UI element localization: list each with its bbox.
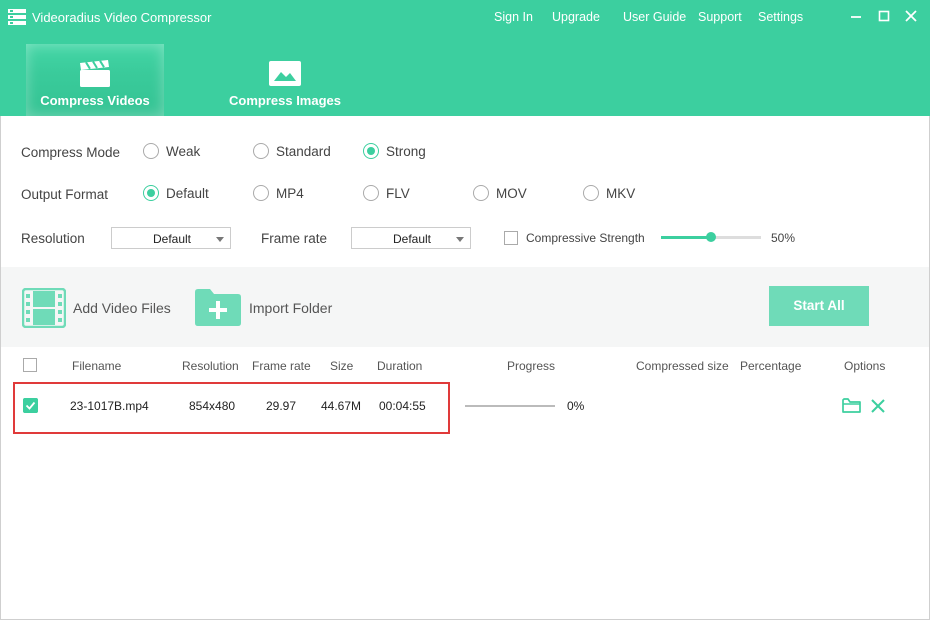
app-title: Videoradius Video Compressor <box>32 10 212 25</box>
frame-rate-label: Frame rate <box>261 231 328 246</box>
header-percentage: Percentage <box>740 359 802 373</box>
radio-mkv[interactable] <box>583 185 599 201</box>
add-video-files-label: Add Video Files <box>73 300 171 316</box>
film-strip-icon <box>22 288 66 328</box>
open-folder-icon[interactable] <box>842 397 861 414</box>
radio-weak[interactable] <box>143 143 159 159</box>
start-all-button[interactable]: Start All <box>769 286 869 326</box>
window-border-left <box>0 116 1 620</box>
chevron-down-icon <box>216 237 224 242</box>
row-filename: 23-1017B.mp4 <box>70 399 149 413</box>
import-folder-button[interactable]: Import Folder <box>195 288 345 328</box>
strength-slider-fill <box>661 236 711 239</box>
radio-standard[interactable] <box>253 143 269 159</box>
compressive-strength-checkbox[interactable] <box>504 231 518 245</box>
import-folder-label: Import Folder <box>249 300 333 316</box>
tab-label: Compress Images <box>229 93 341 108</box>
app-logo-icon <box>8 9 26 25</box>
nav-user-guide[interactable]: User Guide <box>623 10 686 24</box>
header-filename: Filename <box>72 359 122 373</box>
radio-weak-label: Weak <box>166 144 201 159</box>
folder-plus-icon <box>195 289 241 326</box>
header-progress: Progress <box>507 359 556 373</box>
radio-mp4-label: MP4 <box>276 186 304 201</box>
radio-flv-label: FLV <box>386 186 410 201</box>
row-size: 44.67M <box>321 399 362 413</box>
strength-slider-handle[interactable] <box>706 232 716 242</box>
header-options: Options <box>844 359 886 373</box>
frame-rate-value: Default <box>392 232 432 246</box>
header-resolution: Resolution <box>182 359 239 373</box>
row-checkbox-checked-icon[interactable] <box>23 398 38 413</box>
row-progress-bar <box>465 405 555 407</box>
nav-settings[interactable]: Settings <box>758 10 803 24</box>
header-frame-rate: Frame rate <box>252 359 311 373</box>
row-progress-value: 0% <box>567 399 585 413</box>
remove-icon[interactable] <box>871 399 885 413</box>
close-icon[interactable] <box>903 8 919 24</box>
compressive-strength-label: Compressive Strength <box>526 231 645 245</box>
tab-compress-videos[interactable]: Compress Videos <box>26 44 164 116</box>
image-icon <box>269 61 301 86</box>
row-duration: 00:04:55 <box>379 399 426 413</box>
nav-upgrade[interactable]: Upgrade <box>552 10 600 24</box>
minimize-icon[interactable] <box>848 8 864 24</box>
tab-compress-images[interactable]: Compress Images <box>216 44 354 116</box>
file-toolbar: Add Video Files Import Folder Start All <box>0 267 930 347</box>
add-video-files-button[interactable]: Add Video Files <box>22 288 172 328</box>
strength-slider[interactable] <box>661 232 761 242</box>
radio-mp4[interactable] <box>253 185 269 201</box>
select-all-checkbox[interactable] <box>23 358 37 372</box>
radio-flv[interactable] <box>363 185 379 201</box>
radio-default-label: Default <box>166 186 209 201</box>
radio-standard-label: Standard <box>276 144 331 159</box>
row-frame-rate: 29.97 <box>266 399 297 413</box>
nav-support[interactable]: Support <box>698 10 742 24</box>
frame-rate-select[interactable]: Default <box>351 227 471 249</box>
radio-mov-label: MOV <box>496 186 527 201</box>
chevron-down-icon <box>456 237 464 242</box>
tab-label: Compress Videos <box>40 93 150 108</box>
radio-strong[interactable] <box>363 143 379 159</box>
header-compressed-size: Compressed size <box>636 359 729 373</box>
strength-value: 50% <box>771 231 796 245</box>
resolution-label: Resolution <box>21 231 85 246</box>
radio-strong-label: Strong <box>386 144 426 159</box>
output-format-label: Output Format <box>21 187 109 202</box>
radio-mkv-label: MKV <box>606 186 636 201</box>
row-resolution: 854x480 <box>189 399 236 413</box>
header-size: Size <box>330 359 354 373</box>
maximize-icon[interactable] <box>876 8 892 24</box>
radio-mov[interactable] <box>473 185 489 201</box>
header-duration: Duration <box>377 359 423 373</box>
app-header: Videoradius Video Compressor Sign In Upg… <box>0 0 930 116</box>
radio-default[interactable] <box>143 185 159 201</box>
clapperboard-icon <box>80 60 110 87</box>
resolution-value: Default <box>152 232 192 246</box>
resolution-select[interactable]: Default <box>111 227 231 249</box>
compress-mode-label: Compress Mode <box>21 145 121 160</box>
nav-sign-in[interactable]: Sign In <box>494 10 533 24</box>
